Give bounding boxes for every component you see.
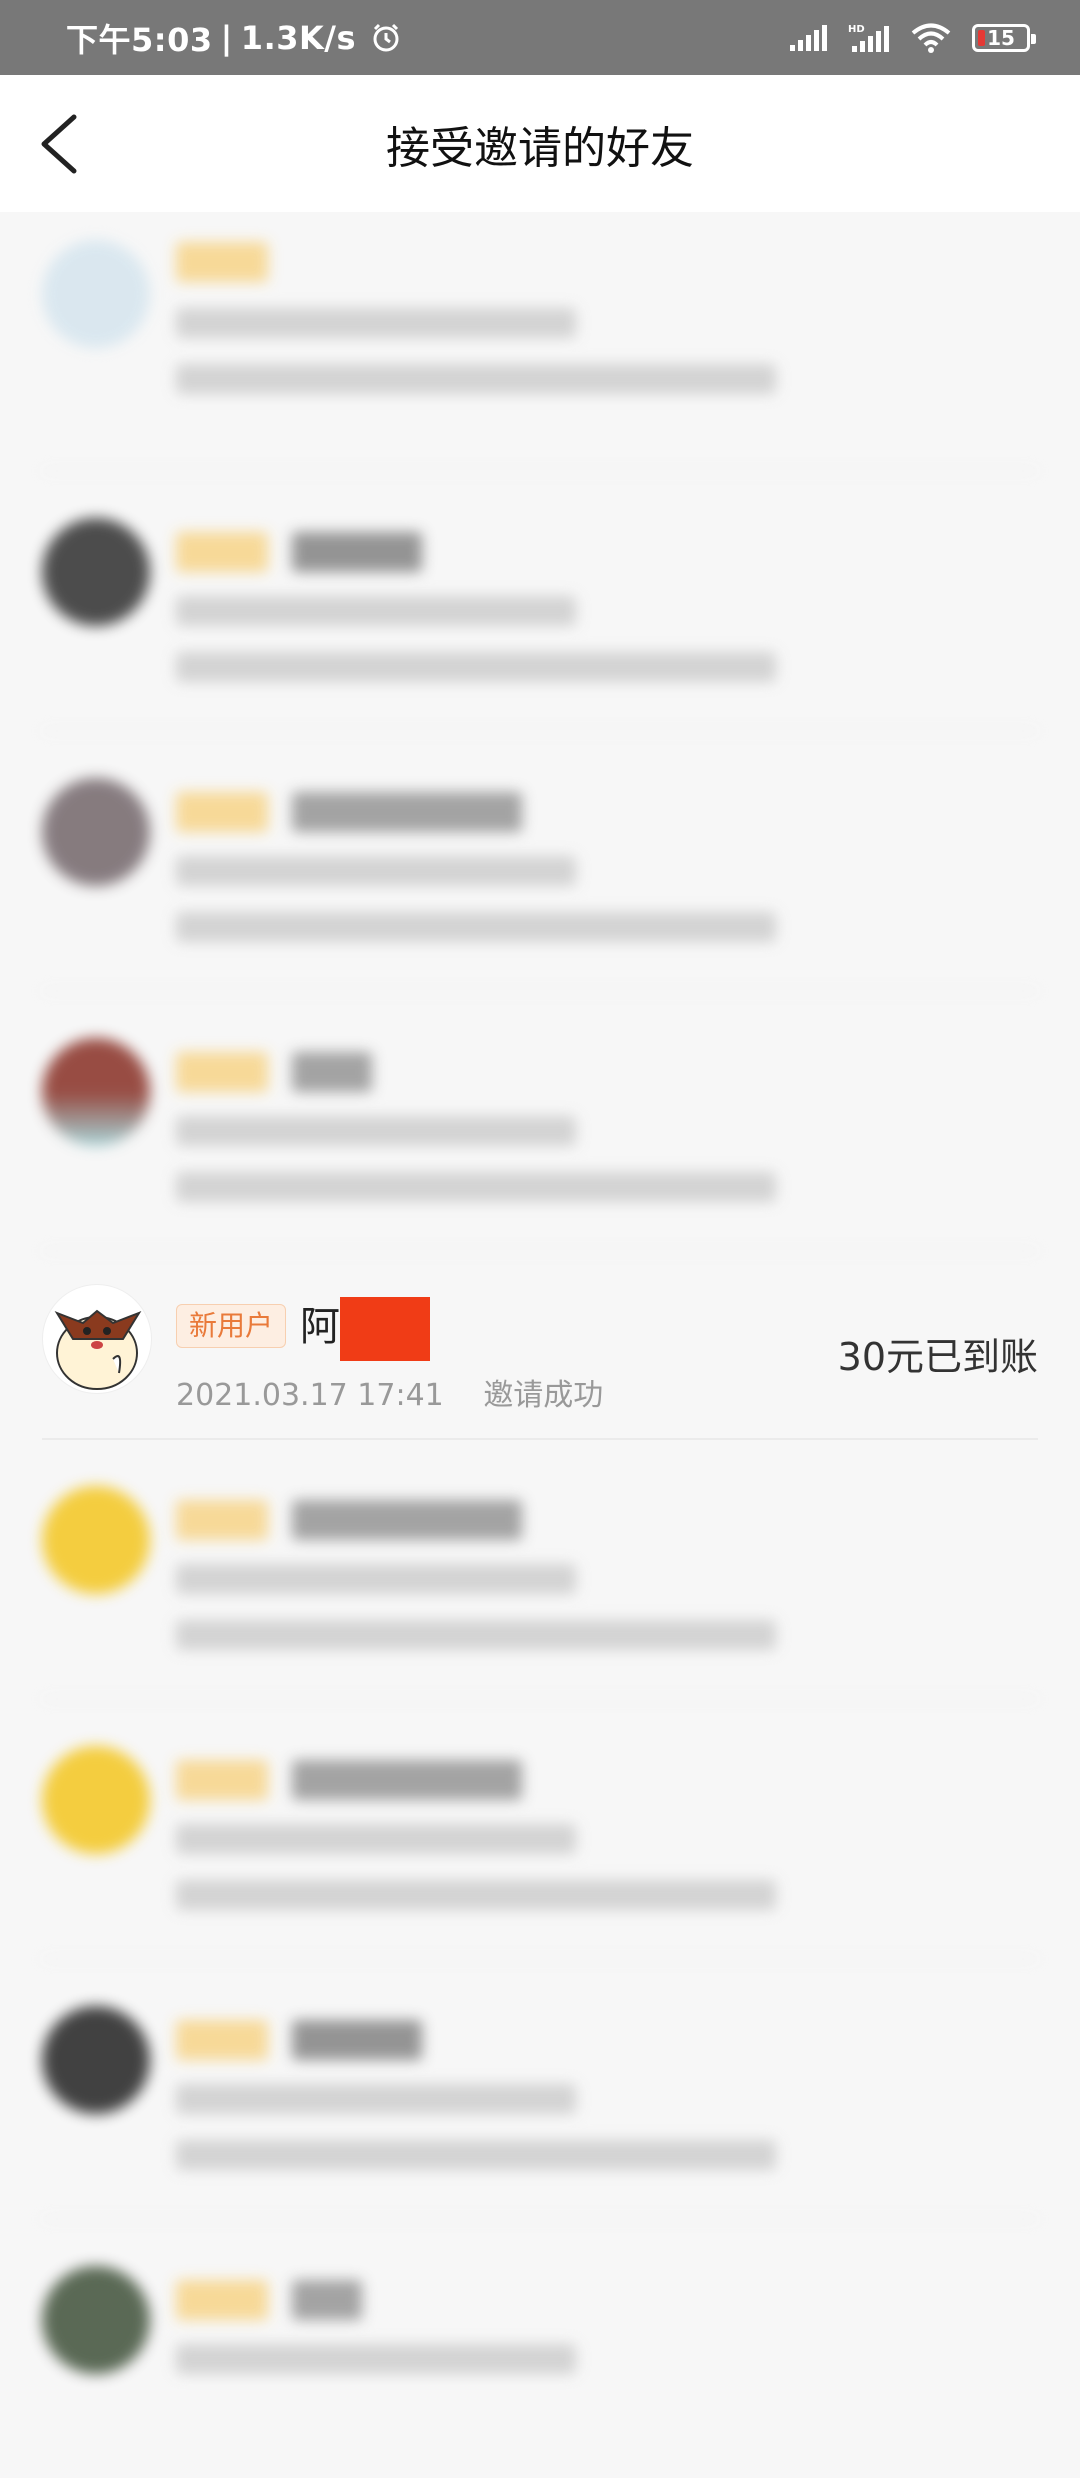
blurred-name [292, 2020, 422, 2060]
list-item-blurred [42, 732, 1038, 992]
friend-name: 阿 [300, 1294, 430, 1361]
status-separator: | [220, 18, 233, 57]
avatar [42, 2266, 150, 2374]
list-item-blurred [42, 2220, 1038, 2478]
network-speed: 1.3K/s [240, 18, 357, 57]
blurred-name [292, 532, 422, 572]
battery-level: 15 [987, 25, 1015, 50]
page-title: 接受邀请的好友 [386, 122, 694, 174]
signal-icon [790, 24, 827, 51]
blurred-detail [176, 1620, 776, 1650]
avatar [42, 2006, 150, 2114]
cat-avatar-icon [54, 1309, 142, 1390]
list-item-friend[interactable]: 新用户 阿 2021.03.17 17:41 邀请成功 30元已到账 [42, 1252, 1038, 1440]
blurred-name [292, 1052, 372, 1092]
blurred-detail [176, 652, 776, 682]
list-item-blurred [42, 1700, 1038, 1960]
blurred-tag [176, 242, 268, 282]
list-item-blurred [42, 472, 1038, 732]
blurred-name [292, 792, 522, 832]
battery-icon: 15 [972, 23, 1036, 52]
blurred-meta [176, 856, 576, 886]
blurred-tag [176, 2280, 268, 2320]
blurred-tag [176, 1500, 268, 1540]
blurred-name [292, 1760, 522, 1800]
blurred-meta [176, 1564, 576, 1594]
new-user-badge: 新用户 [176, 1304, 287, 1348]
list-item-blurred [42, 1960, 1038, 2220]
avatar [42, 1746, 150, 1854]
blurred-meta [176, 596, 576, 626]
blurred-tag [176, 792, 268, 832]
status-bar: 下午5:03 | 1.3K/s HD 15 [0, 0, 1080, 75]
invite-date: 2021.03.17 17:41 [176, 1378, 444, 1413]
svg-text:HD: HD [848, 24, 865, 35]
blurred-meta [176, 2344, 576, 2374]
reward-status: 30元已到账 [837, 1335, 1038, 1379]
blurred-detail [176, 1880, 776, 1910]
status-time: 下午5:03 [66, 20, 213, 59]
signal-hd-icon: HD [848, 24, 889, 52]
blurred-tag [176, 1052, 268, 1092]
list-item-blurred [42, 212, 1038, 472]
blurred-tag [176, 1760, 268, 1800]
blurred-name [292, 2280, 362, 2320]
avatar [42, 240, 150, 348]
invite-status: 邀请成功 [483, 1378, 604, 1413]
avatar [42, 1284, 152, 1394]
wifi-icon [911, 23, 951, 53]
blurred-detail [176, 1172, 776, 1202]
list-item-blurred [42, 1440, 1038, 1700]
blurred-detail [176, 364, 776, 394]
friend-meta: 2021.03.17 17:41 邀请成功 [176, 1370, 603, 1414]
back-arrow-icon[interactable] [34, 113, 84, 175]
blurred-detail [176, 2140, 776, 2170]
blurred-meta [176, 1824, 576, 1854]
alarm-icon [373, 23, 399, 51]
blurred-meta [176, 1116, 576, 1146]
blurred-meta [176, 308, 576, 338]
blurred-detail [176, 912, 776, 942]
avatar [42, 778, 150, 886]
friend-name-text: 阿 [300, 1304, 340, 1350]
blurred-tag [176, 532, 268, 572]
redaction-block [340, 1297, 430, 1361]
list-item-blurred [42, 992, 1038, 1252]
header-bar: 接受邀请的好友 [0, 75, 1080, 212]
blurred-meta [176, 2084, 576, 2114]
avatar [42, 1038, 150, 1146]
avatar [42, 1486, 150, 1594]
avatar [42, 518, 150, 626]
friend-list: 新用户 阿 2021.03.17 17:41 邀请成功 30元已到账 [0, 212, 1080, 2478]
blurred-tag [176, 2020, 268, 2060]
blurred-name [292, 1500, 522, 1540]
